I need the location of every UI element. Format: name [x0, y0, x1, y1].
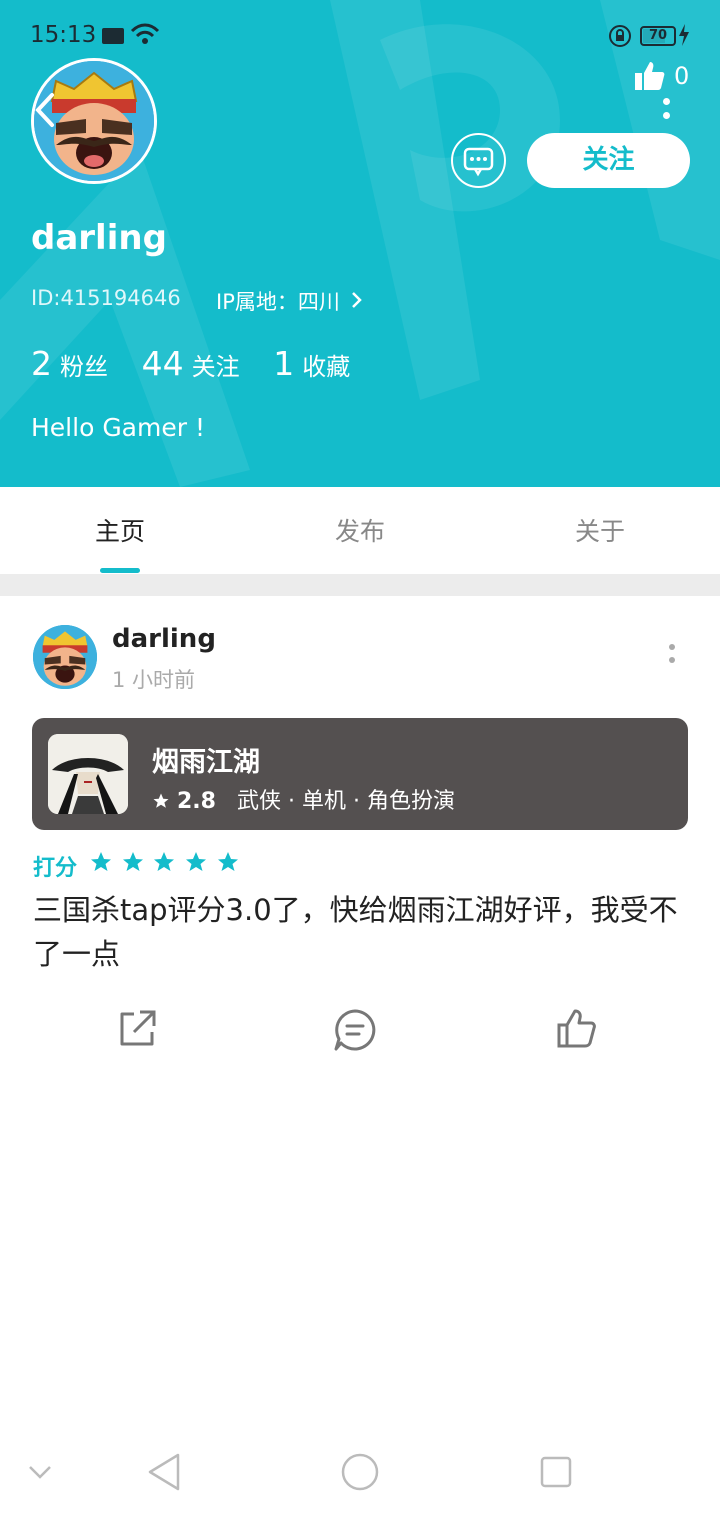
game-name: 烟雨江湖	[152, 747, 260, 778]
rating-label: 打分	[33, 856, 78, 881]
tab-about[interactable]: 关于	[480, 512, 720, 548]
game-tags: 武侠 · 单机 · 角色扮演	[236, 789, 455, 814]
game-icon	[48, 734, 128, 814]
stat-favorites[interactable]: 1 收藏	[273, 344, 351, 383]
stat-favorites-label: 收藏	[302, 353, 351, 381]
stat-fans[interactable]: 2 粉丝	[31, 344, 108, 383]
section-divider	[0, 574, 720, 596]
more-icon[interactable]	[660, 96, 672, 124]
thumb-up-icon[interactable]	[556, 1008, 598, 1050]
like-count: 0	[674, 62, 690, 90]
nav-collapse-icon[interactable]	[28, 1464, 52, 1480]
stat-fans-label: 粉丝	[60, 353, 108, 381]
star-icon	[91, 852, 111, 871]
profile-stats: 2 粉丝 44 关注 1 收藏	[31, 344, 376, 383]
game-card[interactable]: 烟雨江湖 2.8 武侠 · 单机 · 角色扮演	[32, 718, 688, 830]
user-id: ID:415194646	[31, 286, 181, 310]
post-author-avatar[interactable]	[33, 625, 97, 689]
ip-location-text: IP属地：四川	[216, 290, 340, 314]
battery-indicator: 70	[640, 26, 676, 46]
star-icon	[154, 852, 175, 871]
chevron-right-icon	[351, 292, 362, 308]
status-bar: 15:13 70	[0, 18, 720, 58]
stat-favorites-count: 1	[273, 344, 295, 383]
post-author-name[interactable]: darling	[112, 624, 216, 654]
profile-name: darling	[31, 218, 167, 258]
post-rating: 打分	[33, 850, 238, 882]
charging-icon	[679, 24, 689, 46]
tab-home[interactable]: 主页	[0, 512, 240, 548]
stat-following[interactable]: 44 关注	[142, 344, 240, 383]
star-icon	[186, 852, 207, 871]
like-counter[interactable]: 0	[634, 60, 694, 94]
status-time: 15:13	[30, 22, 97, 48]
message-button[interactable]	[451, 133, 506, 188]
stat-fans-count: 2	[31, 344, 52, 383]
stat-following-label: 关注	[191, 353, 240, 381]
stat-following-count: 44	[141, 344, 184, 383]
post-more-icon[interactable]	[666, 644, 678, 674]
post-time: 1 小时前	[112, 668, 196, 692]
game-meta: 2.8 武侠 · 单机 · 角色扮演	[152, 783, 455, 815]
profile-tabs: 主页 发布 关于	[0, 487, 720, 575]
tab-indicator	[100, 568, 140, 573]
system-nav-bar	[0, 1430, 720, 1520]
message-icon	[463, 147, 494, 177]
nav-home-icon[interactable]	[340, 1452, 380, 1492]
follow-button[interactable]: 关注	[527, 133, 690, 188]
lock-rotation-icon	[609, 25, 631, 47]
star-icon	[153, 793, 169, 808]
nav-back-icon[interactable]	[146, 1452, 182, 1492]
tab-posts[interactable]: 发布	[240, 512, 480, 548]
battery-level: 70	[648, 28, 668, 43]
profile-header: 15:13 70 0 关注 darling ID:415194646 IP属地：…	[0, 0, 720, 487]
rating-stars	[89, 850, 240, 880]
mail-icon	[102, 28, 124, 44]
share-icon[interactable]	[116, 1008, 158, 1050]
ip-location[interactable]: IP属地：四川	[216, 286, 363, 316]
wifi-icon	[130, 23, 160, 44]
comment-icon[interactable]	[333, 1008, 377, 1052]
like-icon	[635, 62, 665, 90]
nav-recent-icon[interactable]	[538, 1454, 574, 1490]
game-score: 2.8	[177, 789, 216, 814]
post-text: 三国杀tap评分3.0了，快给烟雨江湖好评，我受不了一点	[33, 893, 678, 971]
star-icon	[217, 852, 238, 871]
back-icon[interactable]	[34, 92, 56, 128]
profile-bio: Hello Gamer !	[31, 413, 205, 442]
star-icon	[122, 852, 143, 871]
